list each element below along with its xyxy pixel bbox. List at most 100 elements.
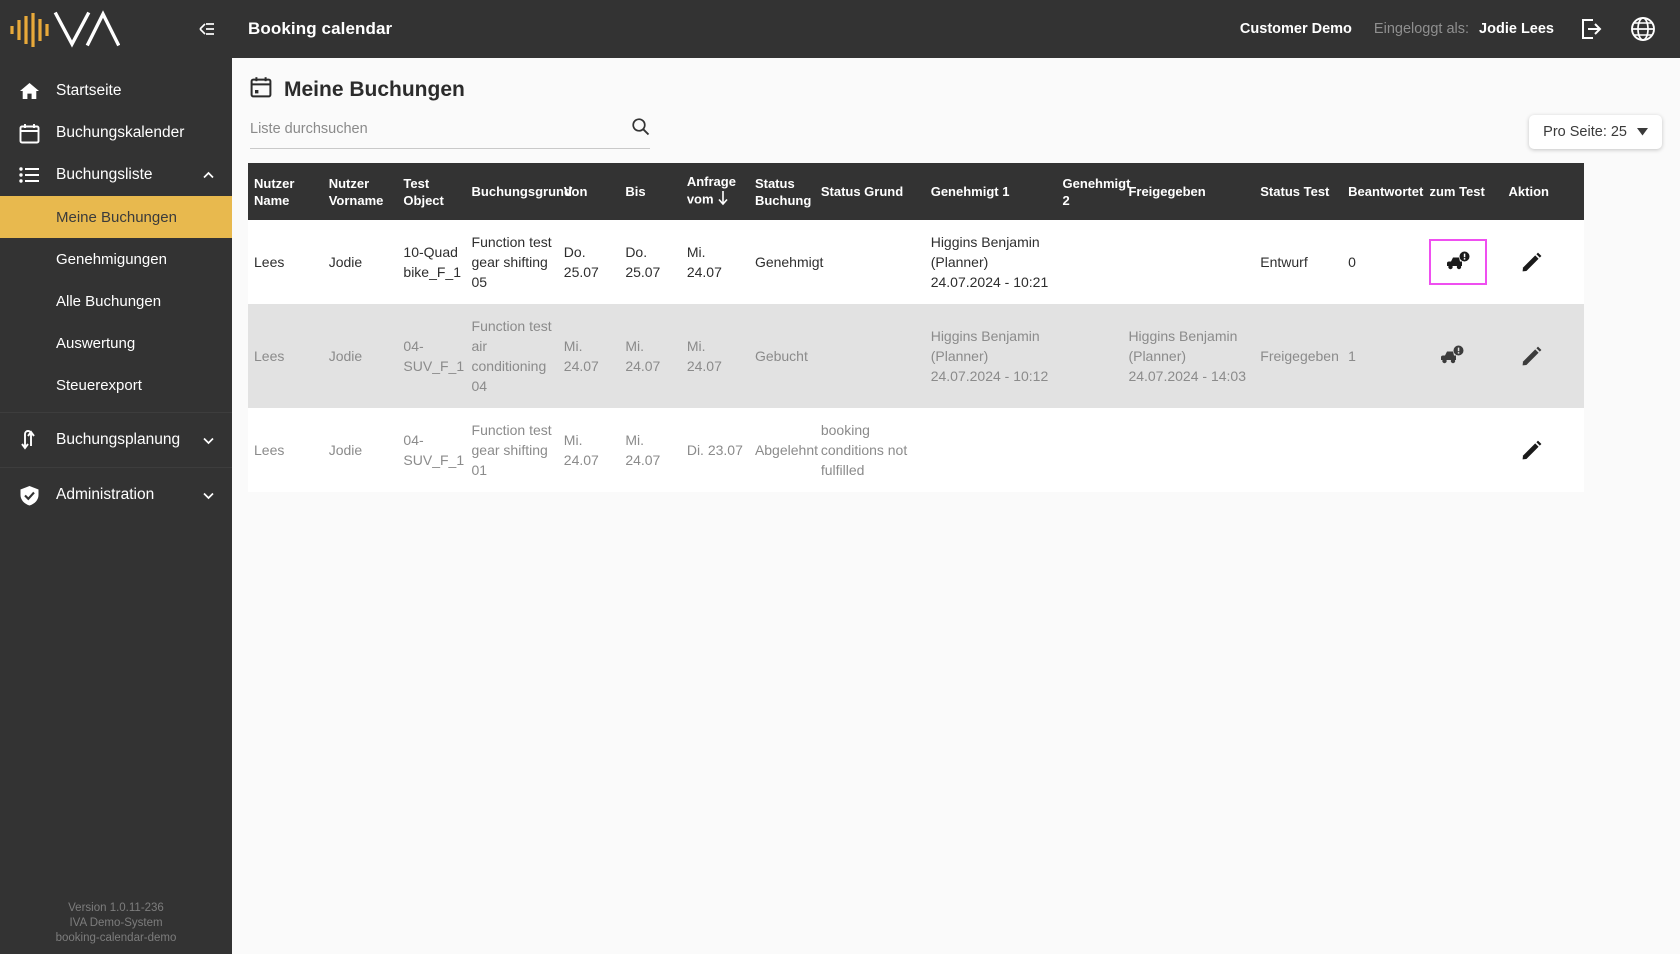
sidebar-item-genehmigungen[interactable]: Genehmigungen — [0, 238, 232, 280]
cell-status-buchung: Gebucht — [748, 304, 815, 408]
cell-status-test: Entwurf — [1254, 220, 1343, 304]
shield-check-icon — [16, 483, 42, 507]
sidebar-subitem-label: Auswertung — [56, 334, 136, 352]
pencil-icon[interactable] — [1509, 336, 1555, 376]
bookings-table: Nutzer Name Nutzer Vorname Test Object B… — [248, 163, 1584, 492]
cell-von: Mi. 24.07 — [557, 304, 620, 408]
col-bis[interactable]: Bis — [619, 163, 681, 220]
cell-genehmigt-2 — [1056, 304, 1123, 408]
sidebar-item-administration[interactable]: Administration — [0, 474, 232, 516]
calendar-icon — [16, 121, 42, 145]
col-test-object[interactable]: Test Object — [397, 163, 466, 220]
list-toolbar: Pro Seite: 25 — [248, 109, 1664, 149]
arrow-down-icon — [717, 190, 729, 210]
cell-beantwortet — [1342, 408, 1424, 492]
car-alert-icon[interactable] — [1429, 336, 1475, 376]
globe-icon[interactable] — [1628, 14, 1658, 44]
search-icon[interactable] — [631, 117, 650, 141]
cell-beantwortet: 0 — [1342, 220, 1424, 304]
col-anfrage-vom[interactable]: Anfrage vom — [680, 163, 749, 220]
chevron-down-icon — [202, 489, 214, 501]
cell-status-buchung: Abgelehnt — [748, 408, 818, 492]
app-title: Booking calendar — [248, 19, 393, 38]
logout-icon[interactable] — [1576, 14, 1606, 44]
cell-anfrage-vom: Di. 23.07 — [680, 408, 749, 492]
col-nutzer-name[interactable]: Nutzer Name — [248, 163, 323, 220]
swap-icon — [16, 428, 42, 452]
col-freigegeben[interactable]: Freigegeben — [1122, 163, 1255, 220]
cell-bis: Mi. 24.07 — [619, 304, 681, 408]
pencil-icon[interactable] — [1509, 430, 1555, 470]
sidebar-divider — [0, 467, 232, 468]
app-version: Version 1.0.11-236 — [68, 902, 164, 914]
cell-nutzer-name: Lees — [248, 220, 323, 304]
cell-genehmigt-1 — [924, 408, 1057, 492]
col-von[interactable]: Von — [557, 163, 620, 220]
cell-status-grund — [814, 304, 925, 408]
cell-status-grund — [814, 220, 925, 304]
bookings-table-wrapper: Nutzer Name Nutzer Vorname Test Object B… — [248, 163, 1584, 492]
cell-buchungsgrund: Function test gear shifting 05 — [465, 220, 558, 304]
table-row[interactable]: Lees Jodie 10-Quad bike_F_1 Function tes… — [248, 220, 1584, 304]
sidebar-item-label: Startseite — [56, 82, 122, 99]
collapse-sidebar-button[interactable] — [190, 15, 218, 43]
cell-nutzer-vorname: Jodie — [322, 220, 398, 304]
cell-freigegeben: Higgins Benjamin (Planner) 24.07.2024 - … — [1122, 304, 1255, 408]
pencil-icon[interactable] — [1509, 242, 1555, 282]
sidebar-item-meine-buchungen[interactable]: Meine Buchungen — [0, 196, 232, 238]
home-icon — [16, 79, 42, 103]
cell-freigegeben — [1122, 220, 1255, 304]
cell-aktion — [1502, 408, 1584, 492]
iva-logo[interactable] — [8, 6, 120, 52]
content-area: Meine Buchungen Pro Seite: 25 — [232, 58, 1680, 954]
cell-nutzer-vorname: Jodie — [322, 408, 398, 492]
table-header: Nutzer Name Nutzer Vorname Test Object B… — [248, 163, 1584, 220]
sidebar-item-alle-buchungen[interactable]: Alle Buchungen — [0, 280, 232, 322]
chevron-up-icon — [202, 169, 214, 181]
cell-freigegeben — [1122, 408, 1255, 492]
col-status-grund[interactable]: Status Grund — [814, 163, 925, 220]
sidebar-item-buchungsplanung[interactable]: Buchungsplanung — [0, 419, 232, 461]
col-nutzer-vorname[interactable]: Nutzer Vorname — [322, 163, 398, 220]
cell-von: Do. 25.07 — [557, 220, 620, 304]
per-page-label: Pro Seite: 25 — [1543, 124, 1627, 140]
sidebar-subitem-label: Meine Buchungen — [56, 208, 177, 226]
sidebar-header — [0, 0, 232, 58]
sidebar-item-label: Administration — [56, 486, 155, 503]
cell-zum-test — [1423, 304, 1503, 408]
col-zum-test[interactable]: zum Test — [1423, 163, 1503, 220]
sidebar-item-buchungskalender[interactable]: Buchungskalender — [0, 112, 232, 154]
chevron-down-icon — [1637, 124, 1648, 140]
sidebar: Startseite Buchungskalender Buchungslist… — [0, 0, 232, 954]
sidebar-subitem-label: Steuerexport — [56, 376, 142, 394]
car-alert-icon[interactable] — [1429, 239, 1488, 285]
table-row[interactable]: Lees Jodie 04-SUV_F_1 Function test gear… — [248, 408, 1584, 492]
col-buchungsgrund[interactable]: Buchungsgrund — [465, 163, 572, 220]
logged-in-label: Eingeloggt als: — [1373, 21, 1470, 37]
cell-von: Mi. 24.07 — [557, 408, 620, 492]
search-box[interactable] — [250, 117, 650, 149]
top-header: Booking calendar Customer Demo Eingelogg… — [232, 0, 1680, 58]
col-beantwortet[interactable]: Beantwortet — [1342, 163, 1424, 220]
col-genehmigt-1[interactable]: Genehmigt 1 — [924, 163, 1057, 220]
col-status-test[interactable]: Status Test — [1254, 163, 1343, 220]
sidebar-item-buchungsliste[interactable]: Buchungsliste — [0, 154, 232, 196]
app-root: Startseite Buchungskalender Buchungslist… — [0, 0, 1680, 954]
col-aktion[interactable]: Aktion — [1502, 163, 1584, 220]
per-page-dropdown[interactable]: Pro Seite: 25 — [1529, 115, 1662, 149]
sidebar-item-auswertung[interactable]: Auswertung — [0, 322, 232, 364]
main-area: Booking calendar Customer Demo Eingelogg… — [232, 0, 1680, 954]
sidebar-item-steuerexport[interactable]: Steuerexport — [0, 364, 232, 406]
table-row[interactable]: Lees Jodie 04-SUV_F_1 Function test air … — [248, 304, 1584, 408]
sidebar-item-startseite[interactable]: Startseite — [0, 70, 232, 112]
header-right-group: Customer Demo Eingeloggt als: Jodie Lees — [1240, 14, 1658, 44]
col-status-buchung[interactable]: Status Buchung — [748, 163, 815, 220]
cell-status-test — [1254, 408, 1343, 492]
search-input[interactable] — [250, 121, 631, 137]
cell-status-buchung: Genehmigt — [748, 220, 823, 304]
sidebar-nav: Startseite Buchungskalender Buchungslist… — [0, 70, 232, 954]
col-genehmigt-2[interactable]: Genehmigt 2 — [1056, 163, 1130, 220]
cell-zum-test — [1423, 220, 1503, 304]
cell-status-grund: booking conditions not fulfilled — [814, 408, 925, 492]
calendar-icon — [250, 76, 272, 103]
